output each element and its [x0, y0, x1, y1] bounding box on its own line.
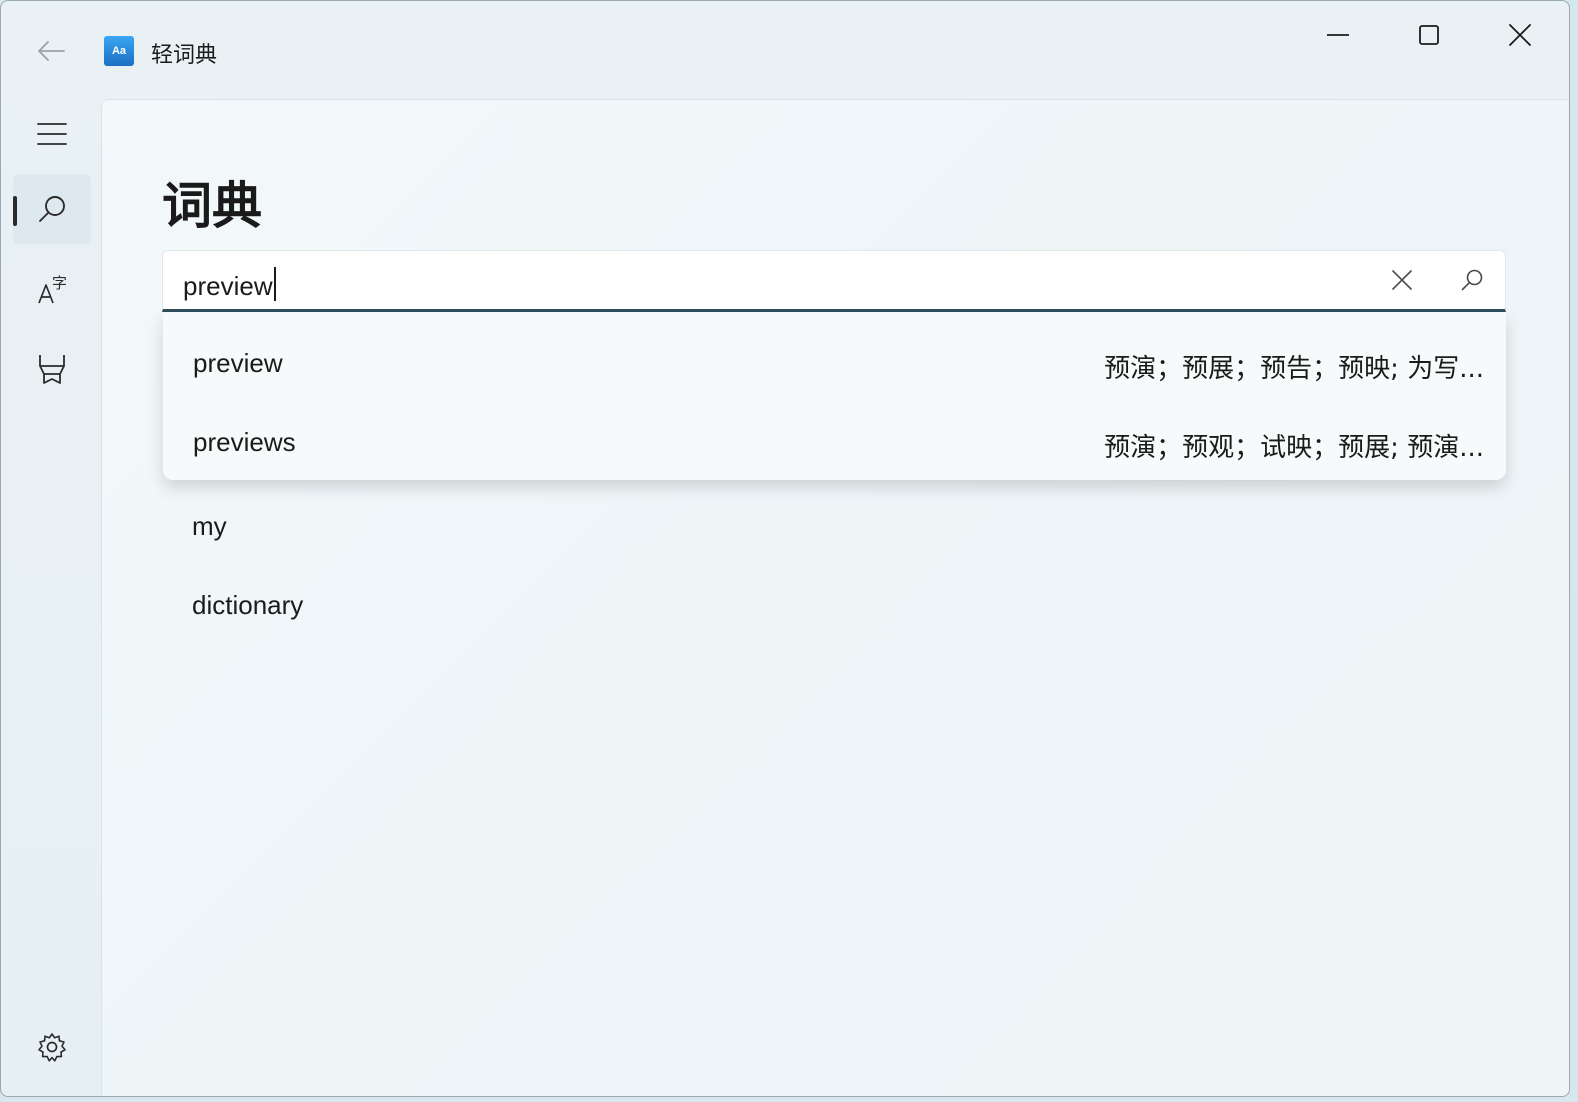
back-button[interactable]: [31, 33, 71, 69]
suggestion-list: preview 预演；预展；预告；预映; 为写... previews 预演；预…: [163, 312, 1506, 480]
main-content: 词典 preview preview 预演；预展；预告；预映; 为写... pr…: [101, 99, 1569, 1096]
page-title: 词典: [162, 177, 262, 235]
suggestion-definition: 预演；预观；试映；预展; 预演...: [1104, 433, 1484, 463]
suggestion-item[interactable]: previews 预演；预观；试映；预展; 预演...: [163, 399, 1506, 477]
search-button[interactable]: [1455, 263, 1489, 297]
navigation-pane: 字: [1, 99, 101, 1096]
history-item[interactable]: my: [192, 511, 227, 542]
search-input-text: preview: [183, 271, 273, 301]
menu-toggle-button[interactable]: [13, 99, 91, 169]
settings-button[interactable]: [13, 1012, 91, 1082]
nav-item-wordbook[interactable]: [13, 334, 91, 404]
clear-button[interactable]: [1385, 263, 1419, 297]
minimize-icon: [1327, 33, 1349, 37]
title-bar: Aa 轻词典: [1, 1, 1569, 99]
suggestion-word: preview: [193, 348, 283, 378]
gear-icon: [36, 1031, 68, 1063]
search-box[interactable]: preview: [162, 250, 1506, 312]
clear-icon: [1391, 269, 1413, 291]
app-logo-icon: Aa: [104, 36, 134, 66]
app-title: 轻词典: [151, 43, 218, 68]
nav-item-translate[interactable]: 字: [13, 254, 91, 324]
translate-icon: 字: [36, 273, 68, 305]
maximize-icon: [1418, 24, 1440, 46]
wordbook-icon: [36, 352, 68, 386]
hamburger-menu-icon: [36, 121, 68, 147]
suggestion-word: previews: [193, 427, 296, 457]
selection-indicator: [13, 196, 17, 226]
text-caret: [273, 267, 276, 301]
back-arrow-icon: [36, 40, 66, 62]
close-icon: [1508, 23, 1532, 47]
suggestion-item[interactable]: preview 预演；预展；预告；预映; 为写...: [163, 320, 1506, 398]
search-input[interactable]: preview: [183, 267, 276, 302]
app-window: Aa 轻词典 字 词典 preview preview 预演；预展；预告；预映;…: [0, 0, 1570, 1097]
search-icon: [1460, 268, 1484, 292]
history-item[interactable]: dictionary: [192, 590, 303, 621]
search-icon: [37, 194, 67, 224]
nav-item-dictionary[interactable]: [13, 174, 91, 244]
close-button[interactable]: [1490, 15, 1550, 55]
maximize-button[interactable]: [1399, 15, 1459, 55]
minimize-button[interactable]: [1308, 15, 1368, 55]
svg-text:字: 字: [52, 274, 67, 292]
suggestion-definition: 预演；预展；预告；预映; 为写...: [1104, 354, 1484, 384]
